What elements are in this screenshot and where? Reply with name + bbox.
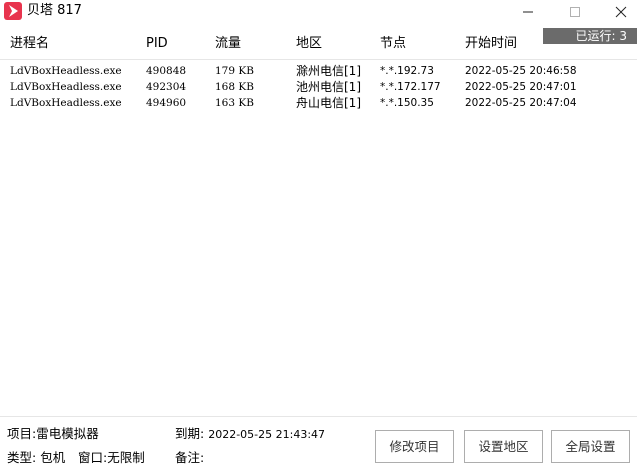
column-header-node[interactable]: 节点	[380, 34, 406, 54]
header-divider	[0, 59, 637, 60]
type-info: 类型: 包机	[7, 450, 65, 466]
cell-region: 滁州电信[1]	[296, 64, 361, 78]
cell-process: LdVBoxHeadless.exe	[10, 65, 122, 77]
table-row[interactable]: LdVBoxHeadless.exe 492304 168 KB 池州电信[1]…	[0, 79, 643, 95]
project-info: 项目:雷电模拟器	[7, 426, 99, 442]
close-icon	[615, 6, 627, 18]
cell-region: 池州电信[1]	[296, 80, 361, 94]
footer-divider	[0, 416, 637, 417]
arrow-logo-icon	[4, 2, 22, 20]
cell-start-time: 2022-05-25 20:47:04	[465, 97, 577, 109]
cell-process: LdVBoxHeadless.exe	[10, 97, 122, 109]
type-label: 类型:	[7, 450, 37, 465]
expire-info: 到期: 2022-05-25 21:43:47	[175, 426, 325, 443]
cell-pid: 490848	[146, 65, 187, 77]
cell-pid: 492304	[146, 81, 187, 93]
cell-node: *.*.172.177	[380, 81, 441, 93]
window-label: 窗口:	[78, 450, 108, 465]
type-value: 包机	[40, 450, 66, 465]
project-label: 项目:	[7, 426, 37, 441]
cell-start-time: 2022-05-25 20:47:01	[465, 81, 577, 93]
column-header-start-time[interactable]: 开始时间	[465, 34, 517, 54]
close-button[interactable]	[598, 0, 643, 24]
column-header-region[interactable]: 地区	[296, 34, 322, 54]
expire-value: 2022-05-25 21:43:47	[208, 428, 326, 441]
cell-node: *.*.150.35	[380, 97, 434, 109]
cell-region: 舟山电信[1]	[296, 96, 361, 110]
minimize-button[interactable]	[505, 0, 551, 24]
cell-flow: 179 KB	[215, 65, 254, 77]
column-header-flow[interactable]: 流量	[215, 34, 241, 54]
project-value: 雷电模拟器	[36, 426, 99, 441]
global-settings-button[interactable]: 全局设置	[551, 430, 630, 463]
cell-node: *.*.192.73	[380, 65, 434, 77]
column-header-process[interactable]: 进程名	[10, 34, 49, 54]
cell-process: LdVBoxHeadless.exe	[10, 81, 122, 93]
minimize-icon	[523, 11, 533, 13]
cell-flow: 163 KB	[215, 97, 254, 109]
remark-info: 备注:	[175, 450, 204, 466]
table-header: 进程名 PID 流量 地区 节点 开始时间	[0, 34, 643, 58]
cell-start-time: 2022-05-25 20:46:58	[465, 65, 577, 77]
maximize-icon	[570, 7, 580, 17]
set-region-button[interactable]: 设置地区	[464, 430, 543, 463]
column-header-pid[interactable]: PID	[146, 34, 168, 54]
cell-pid: 494960	[146, 97, 187, 109]
window-value: 无限制	[107, 450, 145, 465]
maximize-button[interactable]	[552, 0, 598, 24]
cell-flow: 168 KB	[215, 81, 254, 93]
window-title: 贝塔 817	[27, 3, 82, 18]
process-list: LdVBoxHeadless.exe 490848 179 KB 滁州电信[1]…	[0, 63, 643, 111]
edit-project-button[interactable]: 修改项目	[375, 430, 454, 463]
expire-label: 到期:	[175, 426, 205, 441]
title-bar: 贝塔 817	[0, 0, 643, 24]
table-row[interactable]: LdVBoxHeadless.exe 490848 179 KB 滁州电信[1]…	[0, 63, 643, 79]
table-row[interactable]: LdVBoxHeadless.exe 494960 163 KB 舟山电信[1]…	[0, 95, 643, 111]
window-info: 窗口:无限制	[78, 450, 145, 466]
remark-label: 备注:	[175, 450, 205, 465]
